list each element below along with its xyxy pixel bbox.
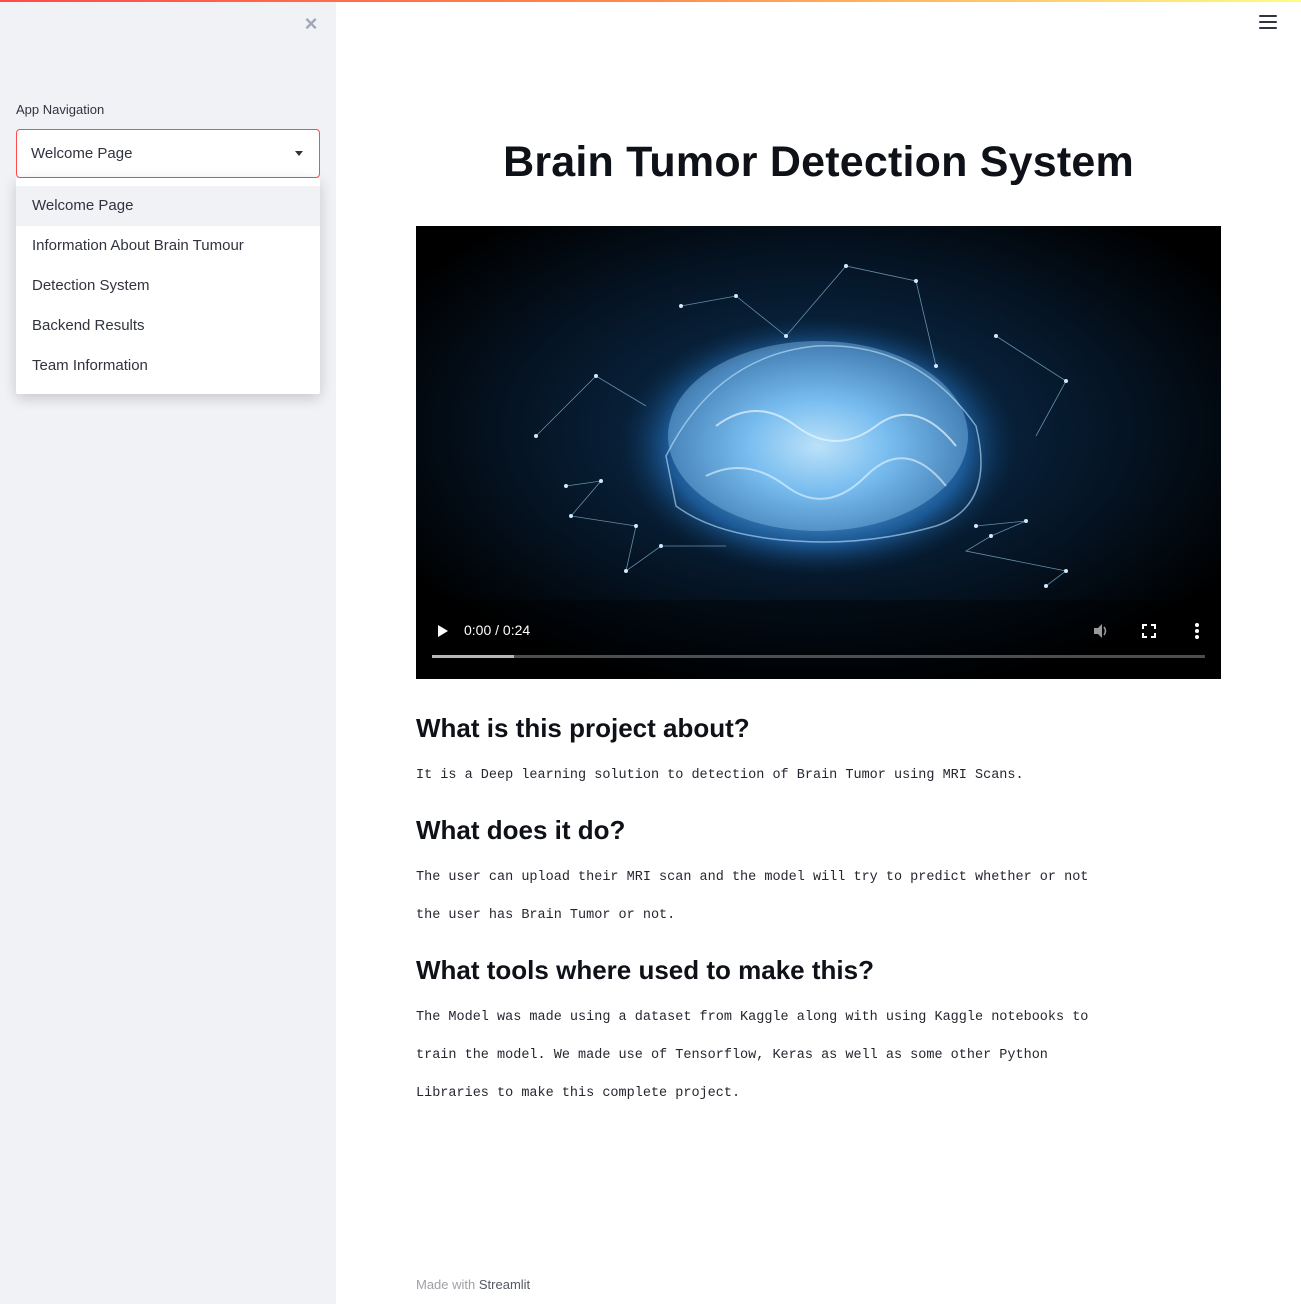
text-line: It is a Deep learning solution to detect… bbox=[416, 768, 1024, 783]
video-progress-bar[interactable] bbox=[432, 655, 1205, 658]
video-time: 0:00 / 0:24 bbox=[464, 622, 531, 638]
text-line: train the model. We made use of Tensorfl… bbox=[416, 1048, 1048, 1063]
section-text-tools: The Model was made using a dataset from … bbox=[416, 999, 1136, 1113]
play-icon[interactable] bbox=[436, 624, 450, 638]
section-heading-about: What is this project about? bbox=[416, 713, 750, 743]
fullscreen-icon[interactable] bbox=[1141, 623, 1157, 639]
section-heading-what: What does it do? bbox=[416, 815, 626, 845]
nav-option-backend[interactable]: Backend Results bbox=[16, 306, 320, 346]
text-line: the user has Brain Tumor or not. bbox=[416, 908, 676, 923]
nav-option-information[interactable]: Information About Brain Tumour bbox=[16, 226, 320, 266]
footer-prefix: Made with bbox=[416, 1277, 476, 1292]
streamlit-link[interactable]: Streamlit bbox=[479, 1277, 530, 1292]
nav-option-team[interactable]: Team Information bbox=[16, 346, 320, 386]
close-icon[interactable]: × bbox=[300, 12, 322, 36]
section-text-what: The user can upload their MRI scan and t… bbox=[416, 859, 1136, 935]
nav-option-detection[interactable]: Detection System bbox=[16, 266, 320, 306]
hamburger-menu-icon[interactable] bbox=[1259, 15, 1277, 33]
page-title: Brain Tumor Detection System bbox=[503, 138, 1134, 186]
section-heading-tools: What tools where used to make this? bbox=[416, 955, 874, 985]
footer: Made with Streamlit bbox=[416, 1277, 530, 1292]
nav-select[interactable]: Welcome Page bbox=[16, 129, 320, 178]
nav-dropdown-menu: Welcome Page Information About Brain Tum… bbox=[16, 178, 320, 394]
text-line: The user can upload their MRI scan and t… bbox=[416, 870, 1089, 885]
video-player[interactable] bbox=[416, 226, 1221, 679]
sidebar: × App Navigation Welcome Page Welcome Pa… bbox=[0, 0, 336, 1304]
volume-icon[interactable] bbox=[1092, 622, 1110, 640]
brain-video-frame bbox=[416, 226, 1221, 679]
nav-option-welcome[interactable]: Welcome Page bbox=[16, 186, 320, 226]
video-buffered-bar bbox=[432, 655, 514, 658]
top-decoration-bar bbox=[0, 0, 1301, 2]
text-line: The Model was made using a dataset from … bbox=[416, 1010, 1089, 1025]
section-text-about: It is a Deep learning solution to detect… bbox=[416, 757, 1136, 795]
chevron-down-icon bbox=[295, 151, 303, 156]
text-line: Libraries to make this complete project. bbox=[416, 1086, 741, 1101]
more-options-icon[interactable] bbox=[1192, 622, 1202, 640]
nav-label: App Navigation bbox=[16, 102, 105, 117]
nav-select-value: Welcome Page bbox=[31, 145, 133, 162]
